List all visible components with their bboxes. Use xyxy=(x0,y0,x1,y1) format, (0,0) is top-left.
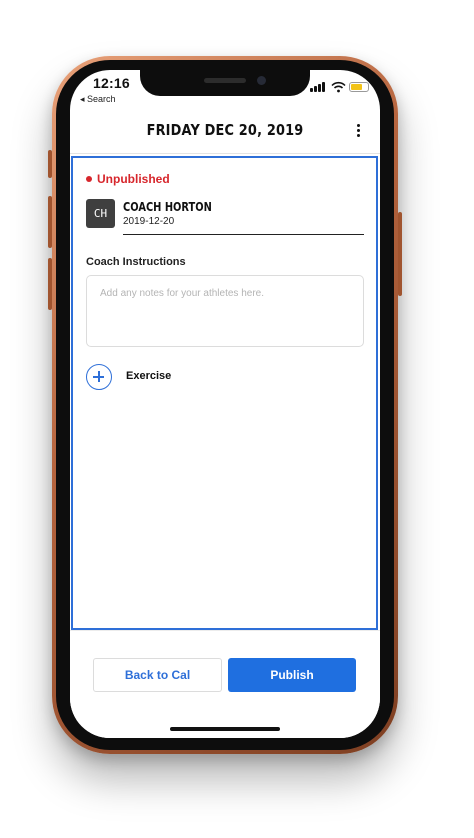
coach-name: COACH HORTON xyxy=(123,200,212,214)
mute-switch xyxy=(48,150,52,178)
notch xyxy=(140,70,310,96)
battery-icon xyxy=(349,82,369,92)
workout-editor: Unpublished CH COACH HORTON 2019-12-20 C… xyxy=(71,156,378,630)
volume-up-button xyxy=(48,196,52,248)
status-dot-icon xyxy=(86,176,92,182)
volume-down-button xyxy=(48,258,52,310)
plus-circle-icon[interactable] xyxy=(86,364,112,390)
coach-divider xyxy=(123,234,364,235)
action-footer: Back to Cal Publish xyxy=(70,630,380,738)
earpiece-speaker xyxy=(204,78,246,83)
add-exercise-button[interactable]: Exercise xyxy=(86,364,246,390)
page-title: FRIDAY DEC 20, 2019 xyxy=(146,121,304,139)
publish-button[interactable]: Publish xyxy=(228,658,356,692)
back-to-search-link[interactable]: ◂ Search xyxy=(80,94,116,105)
back-to-cal-button[interactable]: Back to Cal xyxy=(93,658,222,692)
phone-screen: 12:16 ◂ Search FRIDAY DEC 20, 2019 Unpub… xyxy=(70,70,380,738)
status-label: Unpublished xyxy=(97,172,170,186)
status-icons xyxy=(310,81,372,93)
more-vertical-icon[interactable] xyxy=(354,123,364,139)
workout-date: 2019-12-20 xyxy=(123,216,175,227)
app-header: FRIDAY DEC 20, 2019 xyxy=(70,106,380,154)
add-exercise-label: Exercise xyxy=(126,370,172,382)
home-indicator[interactable] xyxy=(170,727,280,731)
coach-instructions-input[interactable] xyxy=(86,275,364,347)
cellular-signal-icon xyxy=(310,81,328,93)
coach-instructions-label: Coach Instructions xyxy=(86,256,186,268)
status-time: 12:16 xyxy=(93,75,130,91)
wifi-icon xyxy=(331,81,346,93)
coach-avatar: CH xyxy=(86,199,115,228)
power-button xyxy=(398,212,402,296)
front-camera xyxy=(257,76,266,85)
